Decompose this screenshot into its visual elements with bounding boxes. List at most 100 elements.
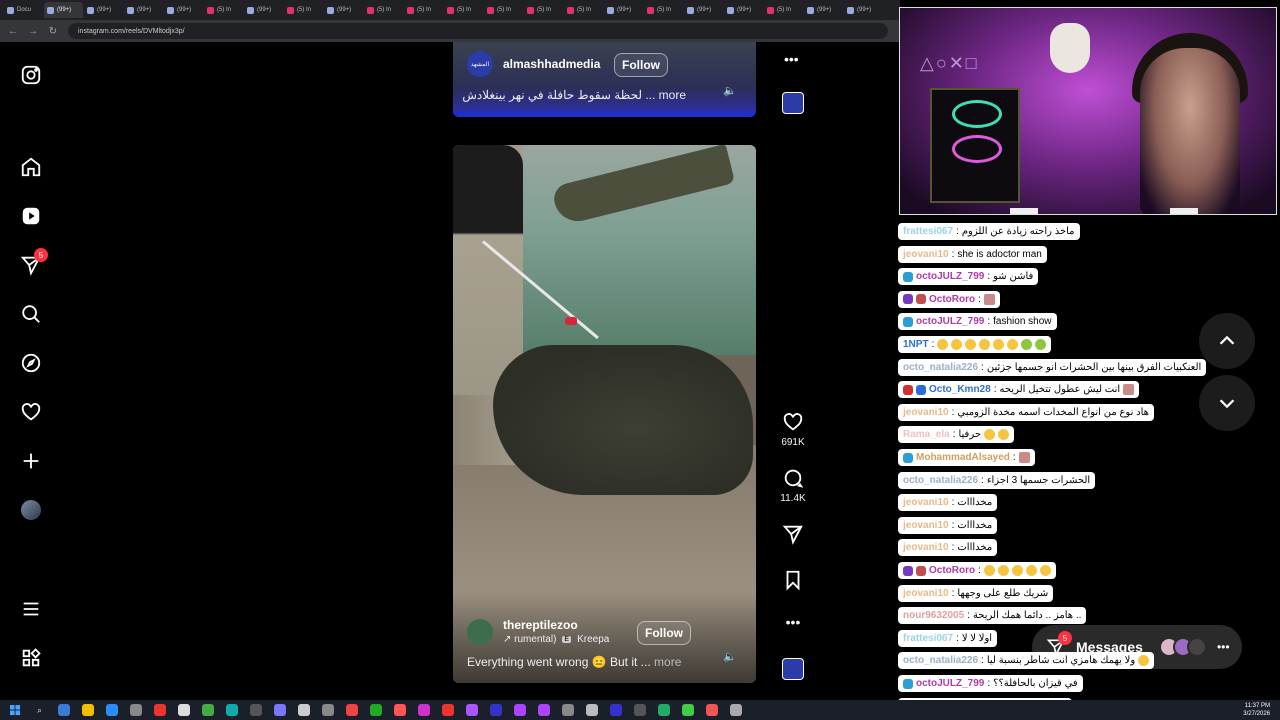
main-reel-video[interactable]: thereptilezoo ↗ rumental) E Kreepa Follo…: [453, 145, 756, 683]
taskbar-app-icon[interactable]: [198, 703, 217, 717]
taskbar-app-icon[interactable]: [654, 703, 673, 717]
back-icon[interactable]: ←: [8, 26, 18, 37]
menu-icon[interactable]: [18, 596, 44, 622]
more-apps-icon[interactable]: [18, 645, 44, 671]
taskbar-app-icon[interactable]: [342, 703, 361, 717]
taskbar-app-icon[interactable]: [582, 703, 601, 717]
browser-tab[interactable]: (99+): [844, 2, 883, 18]
taskbar-app-icon[interactable]: [510, 703, 529, 717]
chat-username[interactable]: OctoRoro: [929, 565, 975, 576]
chat-username[interactable]: 1NPT: [903, 339, 929, 350]
taskbar-app-icon[interactable]: [414, 703, 433, 717]
account-avatar[interactable]: المشهد: [467, 51, 493, 77]
taskbar-app-icon[interactable]: [606, 703, 625, 717]
follow-button[interactable]: Follow: [614, 53, 668, 77]
audio-info[interactable]: ↗ rumental) E Kreepa: [503, 634, 609, 645]
audio-thumbnail-top[interactable]: [782, 92, 804, 114]
chat-username[interactable]: octo_natalia226: [903, 475, 978, 486]
browser-tab[interactable]: (99+): [164, 2, 203, 18]
share-button[interactable]: [776, 523, 810, 545]
taskbar-app-icon[interactable]: [726, 703, 745, 717]
taskbar-app-icon[interactable]: [150, 703, 169, 717]
taskbar-search-icon[interactable]: ⌕: [30, 703, 49, 717]
taskbar-app-icon[interactable]: [174, 703, 193, 717]
taskbar-app-icon[interactable]: [678, 703, 697, 717]
chat-username[interactable]: octoJULZ_799: [916, 316, 984, 327]
heart-icon[interactable]: [18, 399, 44, 425]
browser-tab[interactable]: (99+): [804, 2, 843, 18]
browser-tab[interactable]: (5) In: [204, 2, 243, 18]
previous-reel[interactable]: المشهد almashhadmedia Follow لحظة سقوط ح…: [453, 42, 756, 117]
create-plus-icon[interactable]: [18, 448, 44, 474]
taskbar-app-icon[interactable]: [102, 703, 121, 717]
taskbar-app-icon[interactable]: [630, 703, 649, 717]
chat-username[interactable]: jeovani10: [903, 249, 949, 260]
follow-button[interactable]: Follow: [637, 621, 691, 645]
browser-tab[interactable]: (99+): [604, 2, 643, 18]
browser-tab[interactable]: (5) In: [484, 2, 523, 18]
taskbar-app-icon[interactable]: [486, 703, 505, 717]
chat-username[interactable]: octo_natalia226: [903, 362, 978, 373]
browser-tab[interactable]: (5) In: [644, 2, 683, 18]
volume-icon[interactable]: 🔈: [723, 650, 737, 664]
taskbar-app-icon[interactable]: [78, 703, 97, 717]
browser-tab[interactable]: (5) In: [444, 2, 483, 18]
browser-tab[interactable]: (5) In: [764, 2, 803, 18]
forward-icon[interactable]: →: [28, 26, 38, 37]
chat-username[interactable]: octoJULZ_799: [916, 678, 984, 689]
reels-icon[interactable]: [18, 203, 44, 229]
browser-tab[interactable]: (5) In: [284, 2, 323, 18]
taskbar-app-icon[interactable]: [438, 703, 457, 717]
chat-username[interactable]: Rama_ela: [903, 429, 950, 440]
browser-tab[interactable]: Docu: [4, 2, 43, 18]
chat-username[interactable]: octoJULZ_799: [916, 271, 984, 282]
volume-icon[interactable]: 🔈: [723, 84, 737, 98]
direct-messages-icon[interactable]: 5: [18, 248, 48, 278]
chat-username[interactable]: MohammadAlsayed: [916, 452, 1010, 463]
browser-tab[interactable]: (5) In: [524, 2, 563, 18]
instagram-logo-icon[interactable]: [18, 62, 44, 88]
url-input[interactable]: instagram.com/reels/DVMltodjx3p/: [68, 23, 888, 39]
taskbar-app-icon[interactable]: [366, 703, 385, 717]
browser-tab[interactable]: (5) In: [364, 2, 403, 18]
caption-more-link[interactable]: more: [654, 655, 681, 669]
reload-icon[interactable]: ↻: [48, 26, 58, 37]
reel-caption[interactable]: لحظة سقوط حافلة في نهر بينغلادش ... more: [462, 88, 686, 102]
chat-username[interactable]: jeovani10: [903, 520, 949, 531]
chat-username[interactable]: jeovani10: [903, 588, 949, 599]
audio-thumbnail[interactable]: [776, 658, 810, 680]
browser-tab[interactable]: (99+): [244, 2, 283, 18]
chat-username[interactable]: frattesi067: [903, 633, 953, 644]
reel-caption[interactable]: Everything went wrong 😑 But it ... more: [467, 655, 681, 669]
browser-tab[interactable]: (99+): [124, 2, 163, 18]
home-icon[interactable]: [18, 154, 44, 180]
chat-username[interactable]: jeovani10: [903, 497, 949, 508]
chat-username[interactable]: nour9632005: [903, 610, 964, 621]
profile-avatar[interactable]: [18, 497, 44, 523]
account-username[interactable]: thereptilezoo: [503, 618, 609, 632]
taskbar-app-icon[interactable]: [390, 703, 409, 717]
chat-username[interactable]: OctoRoro: [929, 294, 975, 305]
chat-username[interactable]: octo_natalia226: [903, 655, 978, 666]
browser-tab[interactable]: (99+): [724, 2, 763, 18]
top-more-options-icon[interactable]: •••: [784, 51, 799, 67]
browser-tab[interactable]: (99+): [44, 2, 83, 18]
taskbar-app-icon[interactable]: [222, 703, 241, 717]
account-username[interactable]: almashhadmedia: [503, 57, 600, 71]
windows-start-icon[interactable]: [6, 703, 25, 717]
browser-tab[interactable]: (99+): [684, 2, 723, 18]
chat-username[interactable]: frattesi067: [903, 226, 953, 237]
browser-tab[interactable]: (99+): [324, 2, 363, 18]
taskbar-app-icon[interactable]: [702, 703, 721, 717]
chat-username[interactable]: jeovani10: [903, 542, 949, 553]
account-avatar[interactable]: [467, 618, 493, 645]
like-button[interactable]: 691K: [776, 411, 810, 448]
browser-tab[interactable]: (5) In: [564, 2, 603, 18]
comment-button[interactable]: 11.4K: [776, 467, 810, 504]
taskbar-app-icon[interactable]: [558, 703, 577, 717]
taskbar-app-icon[interactable]: [270, 703, 289, 717]
browser-tab[interactable]: (99+): [84, 2, 123, 18]
save-button[interactable]: [776, 569, 810, 591]
taskbar-app-icon[interactable]: [462, 703, 481, 717]
explore-icon[interactable]: [18, 350, 44, 376]
